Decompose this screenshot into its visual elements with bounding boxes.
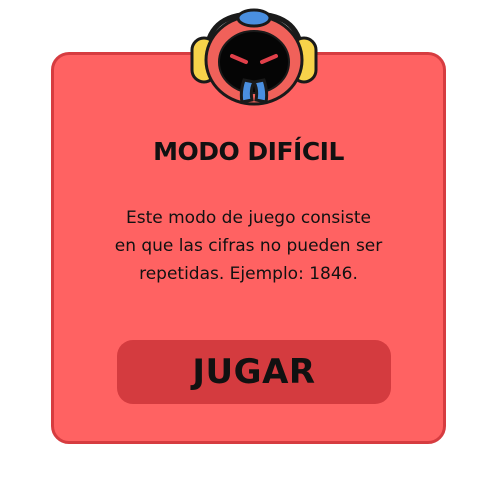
description-line: repetidas. Ejemplo: 1846. — [139, 264, 358, 284]
dialog-title: MODO DIFÍCIL — [153, 137, 344, 166]
description-line: Este modo de juego consiste — [126, 208, 371, 228]
description-line: en que las cifras no pueden ser — [114, 236, 383, 256]
hard-mode-screen: MODO DIFÍCIL Este modo de juego consiste… — [0, 0, 500, 500]
robot-mascot-icon — [190, 8, 318, 106]
play-button[interactable]: JUGAR — [117, 340, 391, 404]
play-button-label: JUGAR — [192, 352, 316, 392]
dialog-description: Este modo de juego consiste en que las c… — [76, 204, 421, 288]
